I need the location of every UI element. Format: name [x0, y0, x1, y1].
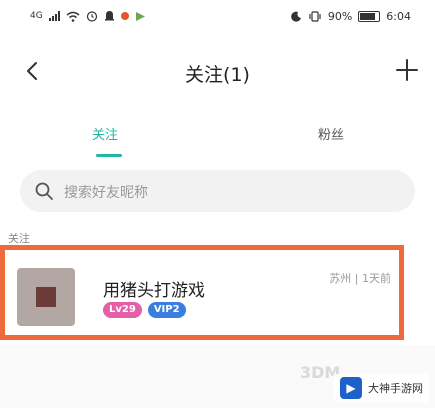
- app-notification-icon: [120, 12, 129, 20]
- status-bar: 4G 90% 6:04: [0, 0, 435, 36]
- brand-label: 大神手游网: [368, 382, 423, 395]
- level-badge: Lv29: [103, 302, 142, 318]
- battery-icon: [358, 11, 381, 22]
- plus-icon: [396, 59, 418, 81]
- app-header: 关注(1): [0, 50, 435, 94]
- do-not-disturb-icon: [291, 11, 301, 22]
- signal-icon: [48, 11, 60, 21]
- avatar-image: [36, 287, 56, 307]
- tab-fans[interactable]: 粉丝: [318, 124, 344, 143]
- network-type: 4G: [30, 11, 43, 21]
- search-input[interactable]: 搜索好友昵称: [20, 170, 415, 212]
- vip-badge: VIP2: [147, 302, 186, 318]
- vibrate-icon: [309, 11, 321, 22]
- clock: 6:04: [386, 10, 411, 23]
- brand-badge: ▶ 大神手游网: [334, 374, 429, 402]
- wifi-icon: [66, 11, 80, 22]
- avatar[interactable]: [17, 268, 75, 326]
- user-meta: 苏州 | 1天前: [329, 272, 391, 285]
- tab-bar: 关注 粉丝: [0, 118, 435, 162]
- section-label: 关注: [8, 232, 30, 245]
- battery-percent: 90%: [327, 10, 353, 23]
- add-button[interactable]: [391, 54, 423, 86]
- play-store-icon: [135, 11, 145, 21]
- active-tab-indicator: [96, 154, 122, 157]
- user-badges: Lv29 VIP2: [103, 302, 186, 318]
- brand-logo-icon: ▶: [340, 377, 362, 399]
- search-placeholder: 搜索好友昵称: [64, 185, 148, 201]
- notification-icon: [104, 11, 114, 21]
- footer-area: 3DM ▶ 大神手游网: [0, 345, 435, 408]
- alarm-icon: [86, 11, 97, 22]
- status-left: 4G: [30, 10, 146, 22]
- status-right: 90% 6:04: [291, 10, 411, 23]
- tab-following[interactable]: 关注: [92, 124, 118, 143]
- username: 用猪头打游戏: [103, 281, 205, 301]
- list-item-user[interactable]: 用猪头打游戏 Lv29 VIP2 苏州 | 1天前: [0, 245, 404, 340]
- page-title: 关注(1): [185, 64, 250, 86]
- search-icon: [35, 182, 53, 200]
